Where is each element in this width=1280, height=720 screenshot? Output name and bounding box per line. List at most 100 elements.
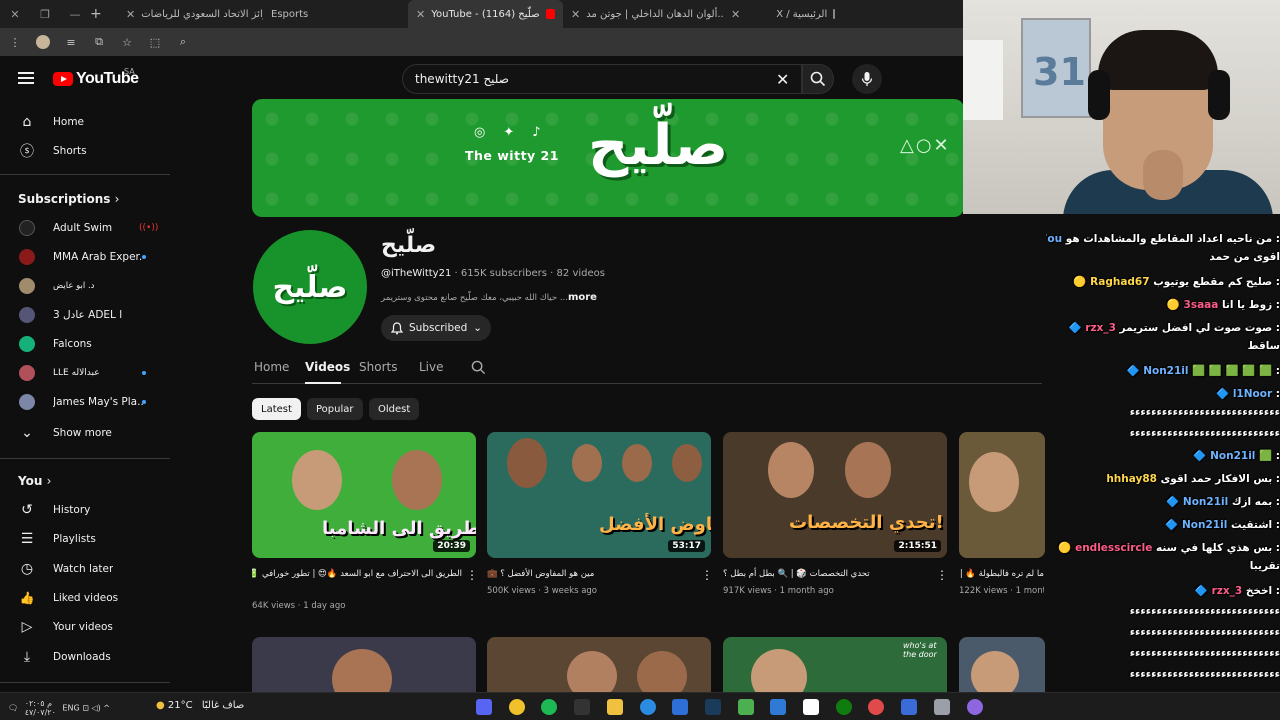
avatar-logo: صلّيح — [272, 269, 348, 305]
reading-list-icon[interactable]: ≡ — [64, 36, 78, 49]
voice-search-button[interactable] — [852, 64, 882, 94]
edge-icon[interactable] — [639, 699, 656, 715]
video-title[interactable]: مين هو المفاوض الأفضل ؟ 💼 — [487, 567, 697, 581]
profile-avatar[interactable] — [36, 35, 50, 49]
tab-videos[interactable]: Videos — [305, 360, 350, 374]
tab-live[interactable]: Live — [419, 360, 444, 374]
thumbnail-person — [292, 450, 342, 510]
filter-chip-oldest[interactable]: Oldest — [369, 398, 420, 420]
sidebar-item-shorts[interactable]: ⓢ Shorts — [0, 137, 168, 165]
windows-taskbar: 🗨 م ٠٢:٠٥ ٤٧/٠٧/٢٠ ENG ⊡ ◁) ^ ● 21°C صاف … — [0, 692, 1280, 720]
tab-home[interactable]: Home — [254, 360, 289, 374]
search-button[interactable] — [802, 64, 834, 94]
sidebar-item-liked-videos[interactable]: 👍 Liked videos — [0, 584, 168, 612]
sidebar-item-playlists[interactable]: ☰ Playlists — [0, 525, 168, 553]
video-thumbnail[interactable]: الطريق الى الشامبا 20:39 — [252, 432, 476, 558]
steam-icon[interactable] — [704, 699, 721, 715]
new-tab-button[interactable]: + — [90, 6, 104, 22]
minimize-window-icon[interactable]: — — [60, 8, 90, 21]
subscriptions-heading[interactable]: Subscriptions › — [18, 192, 119, 206]
search-box[interactable] — [402, 64, 802, 94]
sidebar-item-watch-later[interactable]: ◷ Watch later — [0, 555, 168, 583]
taskbar-clock[interactable]: م ٠٢:٠٥ ٤٧/٠٧/٢٠ — [25, 699, 56, 717]
tab-close-icon[interactable]: ✕ — [416, 8, 425, 21]
video-title[interactable]: ما لم تره فالبطولة 🔥 | 👀 رحلة الكينغز — [959, 567, 1044, 581]
browser-tab[interactable]: Esports — [263, 0, 408, 28]
copilot-icon[interactable] — [966, 699, 983, 715]
extensions-icon[interactable]: ⧉ — [92, 35, 106, 49]
video-menu-icon[interactable]: ⋮ — [466, 568, 478, 582]
menu-dots-icon[interactable]: ⋮ — [8, 36, 22, 49]
mail-icon[interactable] — [770, 699, 787, 715]
browser-tab[interactable]: ✕ ألوان الدهان الداخلي | جوتن مد... — [563, 0, 723, 28]
bookmark-star-icon[interactable]: ☆ — [120, 36, 134, 49]
xbox-icon[interactable] — [835, 699, 852, 715]
chrome-icon[interactable] — [508, 699, 525, 715]
discord-icon[interactable] — [476, 699, 492, 715]
channel-description[interactable]: حياك الله حبيبي، معك صلّيح صانع محتوى وس… — [381, 292, 597, 303]
filter-chip-popular[interactable]: Popular — [307, 398, 363, 420]
sidebar-subscription[interactable]: د. ابو عايض — [0, 272, 168, 300]
zoom-icon[interactable]: ⌕ — [176, 35, 190, 49]
channel-avatar-large[interactable]: صلّيح — [253, 230, 367, 344]
filter-chip-latest[interactable]: Latest — [252, 398, 301, 420]
channel-avatar — [19, 249, 35, 265]
tab-close-icon[interactable]: ✕ — [126, 8, 135, 21]
settings-icon[interactable] — [933, 699, 950, 715]
tab-close-icon[interactable]: ✕ — [731, 8, 740, 21]
files-icon[interactable] — [606, 699, 623, 715]
sidebar-subscription[interactable]: Falcons — [0, 330, 168, 358]
language-indicator[interactable]: ENG — [62, 704, 79, 713]
tab-shorts[interactable]: Shorts — [359, 360, 397, 374]
video-thumbnail[interactable]: تحدي التخصصات! 2:15:51 — [723, 432, 947, 558]
tab-label: Esports — [271, 8, 309, 20]
video-thumbnail[interactable]: who's at the door — [723, 637, 947, 693]
channel-search-icon[interactable] — [471, 360, 486, 375]
sidebar-item-your-videos[interactable]: ▷ Your videos — [0, 613, 168, 641]
video-thumbnail[interactable] — [959, 432, 1045, 558]
video-title[interactable]: الطريق الى الاحتراف مع ابو السعد 🔥😍 | تط… — [252, 567, 462, 581]
browser-tab[interactable]: ✕ X / الرئيسية — [723, 0, 843, 28]
volume-icon[interactable]: ◁) — [91, 704, 100, 713]
tray-chevron-icon[interactable]: ^ — [103, 704, 110, 713]
sidebar-subscription[interactable]: Adult Swim ((•)) — [0, 214, 168, 242]
clear-search-icon[interactable]: ✕ — [776, 70, 789, 89]
sidebar-subscription[interactable]: LLE عبدالاله — [0, 359, 168, 387]
video-menu-icon[interactable]: ⋮ — [701, 568, 713, 582]
browser-tab-active[interactable]: ✕ YouTube - صلّيح (1164) — [408, 0, 563, 28]
weather-widget[interactable]: ● 21°C صاف غالبًا — [156, 700, 244, 711]
browser-tab[interactable]: ✕ جوائز الاتحاد السعودي للرياضات — [118, 0, 263, 28]
screenshot-icon[interactable]: ⬚ — [148, 36, 162, 49]
video-title[interactable]: تحدي التخصصات 🎲 | 🔍 بطل أم بطل ؟ — [723, 567, 933, 581]
guide-menu-button[interactable] — [18, 72, 34, 84]
you-heading[interactable]: You › — [18, 474, 51, 488]
sidebar-subscription[interactable]: MMA Arab Exper... — [0, 243, 168, 271]
history-icon: ↺ — [21, 502, 33, 518]
sidebar-item-downloads[interactable]: ⤓ Downloads — [0, 643, 168, 671]
calendar-icon[interactable] — [803, 699, 819, 715]
sidebar-subscription[interactable]: James May's Pla... — [0, 388, 168, 416]
restore-window-icon[interactable]: ❐ — [30, 8, 60, 21]
close-window-icon[interactable]: ✕ — [0, 8, 30, 21]
terminal-icon[interactable] — [672, 699, 689, 715]
spotify-icon[interactable] — [541, 699, 558, 715]
more-link[interactable]: more — [568, 292, 597, 303]
tab-close-icon[interactable]: ✕ — [571, 8, 580, 21]
sidebar-item-home[interactable]: ⌂ Home — [0, 108, 168, 136]
video-thumbnail[interactable]: المفاوض الأفضل! 53:17 — [487, 432, 711, 558]
video-menu-icon[interactable]: ⋮ — [936, 568, 948, 582]
notification-icon[interactable]: 🗨 — [8, 704, 18, 713]
sidebar-subscription[interactable]: 3 عادل ADEL ا — [0, 301, 168, 329]
show-more-button[interactable]: ⌄ Show more — [0, 419, 168, 447]
minecraft-icon[interactable] — [737, 699, 754, 715]
video-thumbnail[interactable] — [959, 637, 1045, 693]
sidebar-item-history[interactable]: ↺ History — [0, 496, 168, 524]
valorant-icon[interactable] — [868, 699, 885, 715]
video-thumbnail[interactable] — [252, 637, 476, 693]
search-input[interactable] — [415, 72, 755, 86]
subscribed-button[interactable]: Subscribed ⌄ — [381, 315, 491, 341]
network-icon[interactable]: ⊡ — [82, 704, 89, 713]
obs-icon[interactable] — [574, 699, 591, 715]
video-thumbnail[interactable] — [487, 637, 711, 693]
store-icon[interactable] — [901, 699, 918, 715]
